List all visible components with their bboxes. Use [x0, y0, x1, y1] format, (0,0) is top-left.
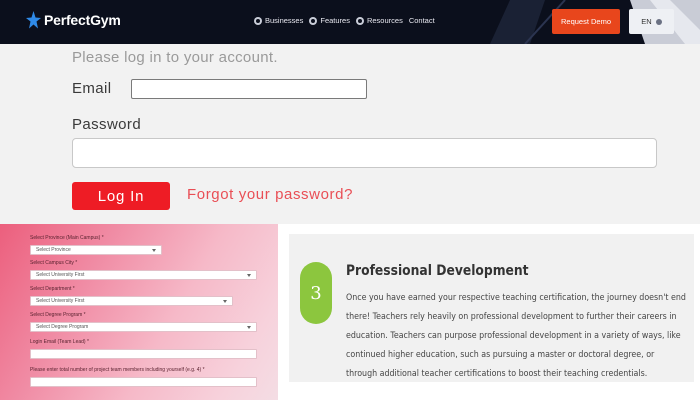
team-members-label: Please enter total number of project tea…	[30, 367, 205, 373]
nav-item-features[interactable]: Features	[309, 16, 350, 25]
main-nav: Businesses Features Resources Contact	[254, 16, 435, 25]
request-demo-button[interactable]: Request Demo	[552, 9, 620, 34]
nav-item-resources[interactable]: Resources	[355, 16, 403, 25]
team-lead-email-input[interactable]	[30, 349, 257, 359]
forgot-password-link[interactable]: Forgot your password?	[187, 186, 353, 203]
login-heading: Please log in to your account.	[72, 49, 278, 66]
brand-star-icon	[26, 11, 41, 29]
degree-program-select-value: Select Degree Program	[36, 324, 89, 330]
campus-city-select-value: Select University First	[36, 272, 85, 278]
chevron-down-icon	[247, 325, 251, 329]
province-select-value: Select Province	[36, 247, 71, 253]
language-selector[interactable]: EN	[629, 9, 674, 34]
province-select[interactable]: Select Province	[30, 245, 162, 255]
nav-item-businesses[interactable]: Businesses	[254, 16, 303, 25]
email-field[interactable]	[131, 79, 367, 99]
department-label: Select Department *	[30, 286, 75, 292]
card-body-text: Once you have earned your respective tea…	[346, 293, 686, 379]
login-button[interactable]: Log In	[72, 182, 170, 210]
chevron-down-icon	[655, 18, 662, 25]
team-members-input[interactable]	[30, 377, 257, 387]
brand-logo[interactable]: PerfectGym	[26, 11, 121, 29]
team-lead-email-label: Login Email (Team Lead) *	[30, 339, 89, 345]
department-select[interactable]: Select University First	[30, 296, 233, 306]
nav-item-label: Businesses	[265, 16, 304, 25]
degree-program-select[interactable]: Select Degree Program	[30, 322, 257, 332]
email-label: Email	[72, 80, 112, 97]
step-number-badge: 3	[300, 262, 332, 324]
login-section: Please log in to your account. Email Pas…	[0, 44, 700, 224]
registration-form-panel: Select Province (Main Campus) * Select P…	[0, 224, 278, 400]
chevron-down-icon	[247, 273, 251, 277]
campus-city-select[interactable]: Select University First	[30, 270, 257, 280]
password-label: Password	[72, 116, 142, 133]
brand-name: PerfectGym	[44, 12, 121, 28]
features-icon	[309, 16, 318, 25]
chevron-down-icon	[223, 299, 227, 303]
resources-icon	[355, 16, 364, 25]
nav-item-label: Contact	[408, 16, 435, 25]
language-label: EN	[641, 17, 652, 26]
businesses-icon	[254, 16, 262, 25]
top-navigation-bar: PerfectGym Businesses Features Resources…	[0, 0, 700, 44]
nav-item-contact[interactable]: Contact	[409, 16, 435, 25]
nav-item-label: Features	[320, 16, 350, 25]
department-select-value: Select University First	[36, 298, 85, 304]
province-label: Select Province (Main Campus) *	[30, 235, 104, 241]
card-title: Professional Development	[346, 263, 529, 279]
campus-city-label: Select Campus City *	[30, 260, 78, 266]
chevron-down-icon	[152, 248, 156, 252]
nav-item-label: Resources	[366, 16, 403, 25]
degree-program-label: Select Degree Program *	[30, 312, 86, 318]
password-field[interactable]	[72, 138, 657, 168]
